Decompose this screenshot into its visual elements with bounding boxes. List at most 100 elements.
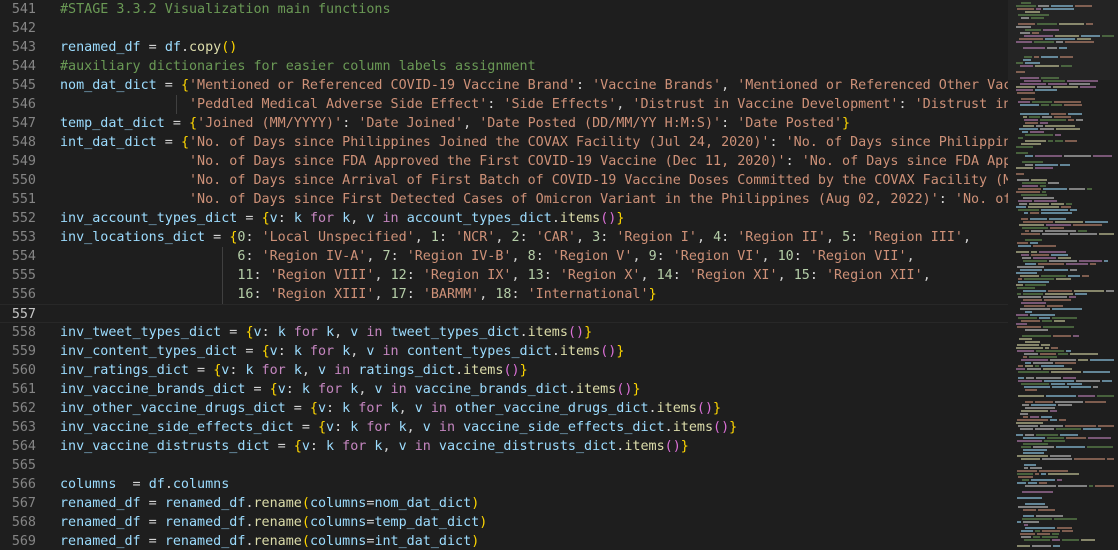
minimap-line — [1044, 380, 1074, 382]
code-line[interactable]: 544 #auxiliary dictionaries for easier co… — [0, 57, 1008, 76]
minimap-line — [1017, 497, 1042, 499]
code-token: : — [438, 230, 456, 245]
code-token: 7 — [382, 249, 391, 264]
code-line[interactable]: 556 16: 'Region XIII', 17: 'BARMM', 18: … — [0, 285, 1008, 304]
minimap-line — [1024, 305, 1045, 307]
code-line[interactable]: 567 renamed_df = renamed_df.rename(column… — [0, 494, 1008, 513]
code-token: : — [309, 439, 327, 454]
code-line[interactable]: 552 inv_account_types_dict = {v: k for k,… — [0, 209, 1008, 228]
minimap-line — [1048, 182, 1059, 184]
minimap-line — [1025, 263, 1036, 265]
code-token: 'Distrust in Vaccine Development' — [632, 97, 899, 112]
code-token: : — [253, 287, 270, 302]
code-line[interactable]: 551 'No. of Days since First Detected Ca… — [0, 190, 1008, 209]
code-token: ) — [479, 515, 488, 530]
code-line[interactable]: 566 columns = df.columns — [0, 475, 1008, 494]
minimap-line — [1024, 524, 1028, 526]
code-token: for — [301, 211, 343, 226]
code-line[interactable]: 560 inv_ratings_dict = {v: k for k, v in … — [0, 361, 1008, 380]
code-line[interactable]: 568 renamed_df = renamed_df.rename(column… — [0, 513, 1008, 532]
minimap-line — [1074, 290, 1104, 292]
minimap-line — [1021, 98, 1035, 100]
minimap-line — [1034, 200, 1057, 202]
minimap-line — [1025, 140, 1046, 142]
code-line[interactable]: 563 inv_vaccine_side_effects_dict = {v: k… — [0, 418, 1008, 437]
code-line[interactable]: 565 — [0, 456, 1008, 475]
code-line[interactable]: 546 'Peddled Medical Adverse Side Effect… — [0, 95, 1008, 114]
minimap-line — [1064, 104, 1082, 106]
minimap-line — [1017, 482, 1026, 484]
code-line[interactable]: 545 nom_dat_dict = {'Mentioned or Referen… — [0, 76, 1008, 95]
code-line[interactable]: 564 inv_vaccine_distrusts_dict = {v: k fo… — [0, 437, 1008, 456]
minimap-line — [1018, 365, 1023, 367]
code-token: 'Side Effects' — [503, 97, 617, 112]
code-text: inv_ratings_dict = {v: k for k, v in rat… — [60, 361, 528, 380]
code-line[interactable]: 548 int_dat_dict = {'No. of Days since Ph… — [0, 133, 1008, 152]
code-line[interactable]: 569 renamed_df = renamed_df.rename(column… — [0, 532, 1008, 550]
minimap-line — [1017, 293, 1021, 295]
minimap-line — [1019, 338, 1032, 340]
minimap-line — [1055, 362, 1076, 364]
minimap-line — [1036, 377, 1061, 379]
minimap-line — [1021, 446, 1031, 448]
minimap-line — [1036, 125, 1043, 127]
code-token: for — [358, 420, 399, 435]
minimap-line — [1041, 104, 1049, 106]
minimap-line — [1041, 212, 1072, 214]
code-token: . — [245, 496, 254, 511]
code-line[interactable]: 542 — [0, 19, 1008, 38]
code-editor[interactable]: 541 #STAGE 3.3.2 Visualization main funct… — [0, 0, 1008, 550]
code-token: , — [576, 230, 593, 245]
code-line[interactable]: 561 inv_vaccine_brands_dict = {v: k for k… — [0, 380, 1008, 399]
code-line[interactable]: 558 inv_tweet_types_dict = {v: k for k, v… — [0, 323, 1008, 342]
minimap-line — [1070, 209, 1077, 211]
minimap-line — [1029, 203, 1049, 205]
minimap-line — [1033, 536, 1040, 538]
line-number: 548 — [11, 135, 36, 150]
minimap-line — [1043, 326, 1074, 328]
code-line[interactable]: 562 inv_other_vaccine_drugs_dict = {v: k … — [0, 399, 1008, 418]
minimap-line — [1057, 527, 1072, 529]
code-token: account_types_dict — [406, 211, 552, 226]
line-number: 546 — [11, 97, 36, 112]
code-token: k — [245, 363, 254, 378]
minimap[interactable] — [1008, 0, 1118, 550]
minimap-line — [1080, 86, 1096, 88]
code-line[interactable]: 541 #STAGE 3.3.2 Visualization main funct… — [0, 0, 1008, 19]
minimap-line — [1058, 404, 1072, 406]
minimap-line — [1018, 101, 1030, 103]
minimap-line — [1056, 428, 1081, 430]
code-token: 'Peddled Medical Adverse Side Effect' — [189, 97, 488, 112]
minimap-line — [1025, 341, 1040, 343]
code-token: rename — [253, 496, 302, 511]
code-text: inv_vaccine_brands_dict = {v: k for k, v… — [60, 380, 641, 399]
code-line[interactable]: 550 'No. of Days since Arrival of First … — [0, 171, 1008, 190]
code-token: = — [140, 534, 165, 549]
code-token: in — [430, 420, 464, 435]
code-line[interactable]: 557 — [0, 304, 1008, 323]
code-line[interactable]: 543 renamed_df = df.copy() — [0, 38, 1008, 57]
code-line[interactable]: 555 11: 'Region VIII', 12: 'Region IX', … — [0, 266, 1008, 285]
minimap-line — [1061, 65, 1072, 67]
code-line[interactable]: 547 temp_dat_dict = {'Joined (MM/YYYY)': … — [0, 114, 1008, 133]
code-line[interactable]: 549 'No. of Days since FDA Approved the … — [0, 152, 1008, 171]
minimap-line — [1051, 203, 1064, 205]
minimap-line — [1097, 395, 1114, 397]
code-token: : — [261, 325, 278, 340]
minimap-line — [1090, 359, 1114, 361]
minimap-line — [1054, 101, 1081, 103]
code-token: items — [559, 211, 601, 226]
code-token: 'No. of Days since Arrival of First Batc… — [189, 173, 1008, 188]
code-line[interactable]: 554 6: 'Region IV-A', 7: 'Region IV-B', … — [0, 247, 1008, 266]
code-line[interactable]: 559 inv_content_types_dict = {v: k for k,… — [0, 342, 1008, 361]
code-token: inv_vaccine_side_effects_dict — [60, 420, 294, 435]
code-line[interactable]: 553 inv_locations_dict = {0: 'Local Unspe… — [0, 228, 1008, 247]
code-token: 'Region XIII' — [269, 287, 375, 302]
minimap-line — [1016, 368, 1025, 370]
code-token: 4 — [713, 230, 722, 245]
minimap-line — [1022, 182, 1046, 184]
minimap-line — [1018, 278, 1022, 280]
minimap-line — [1017, 470, 1037, 472]
minimap-line — [1056, 278, 1071, 280]
minimap-line — [1025, 527, 1055, 529]
